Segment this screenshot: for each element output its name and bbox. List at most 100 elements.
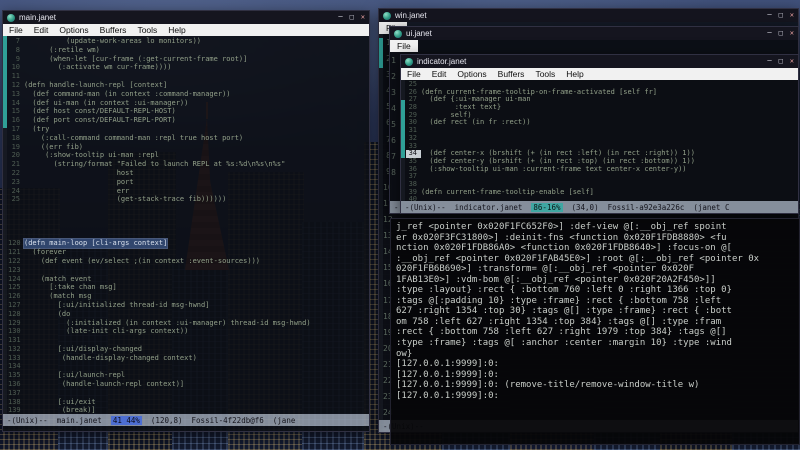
menu-item[interactable]: Edit — [432, 69, 447, 79]
menu-item[interactable]: Help — [566, 69, 583, 79]
code-text: (string/format "Failed to launch REPL at… — [24, 160, 286, 169]
code-line: 123 — [8, 266, 369, 275]
menu-item[interactable]: File — [407, 69, 421, 79]
repl-terminal-window[interactable]: j_ref <pointer 0x020F1FC652F0>] :def-vie… — [390, 218, 800, 445]
emacs-app-icon — [394, 29, 402, 38]
close-button[interactable]: ✕ — [790, 58, 794, 65]
close-button[interactable]: ✕ — [790, 12, 794, 19]
titlebar[interactable]: main.janet ─ □ ✕ — [3, 11, 369, 24]
line-number: 129 — [8, 318, 21, 327]
code-text: (match event — [24, 274, 92, 283]
menubar[interactable]: File — [390, 40, 798, 52]
emacs-app-icon — [7, 13, 15, 22]
line-number: 7 — [391, 152, 396, 161]
menubar[interactable]: File Edit Options Buffers Tools Help — [401, 68, 798, 80]
code-text: (:show-tooltip ui-man :current-frame tex… — [421, 164, 687, 173]
menubar[interactable]: File Edit Options Buffers Tools Help — [3, 24, 369, 36]
menu-item[interactable]: Buffers — [498, 69, 525, 79]
code-line: 124 (match event — [8, 275, 369, 284]
menu-item[interactable]: File — [9, 25, 23, 35]
line-number: 137 — [8, 388, 21, 397]
line-number: 136 — [8, 380, 21, 389]
minimize-button[interactable]: ─ — [767, 30, 771, 37]
menu-item[interactable]: Tools — [535, 69, 555, 79]
echo-area — [3, 426, 369, 431]
line-number: 12 — [11, 80, 20, 89]
code-text: err — [24, 186, 130, 195]
emacs-app-icon — [383, 11, 391, 20]
code-line: 40 — [406, 196, 798, 201]
code-text: host — [24, 168, 134, 177]
code-line: 136 (handle-launch-repl context)] — [8, 380, 369, 389]
menu-item[interactable]: Buffers — [100, 25, 127, 35]
scrollbar-thumb[interactable] — [401, 100, 405, 158]
terminal-output: j_ref <pointer 0x020F1FC652F0>] :def-vie… — [396, 222, 799, 401]
maximize-button[interactable]: □ — [779, 30, 783, 37]
menu-item[interactable]: Options — [457, 69, 486, 79]
scrollbar-thumb[interactable] — [3, 36, 7, 128]
line-number: 8 — [391, 168, 396, 177]
code-text: (get-stack-trace fib)))))) — [24, 195, 227, 204]
scrollbar[interactable] — [401, 80, 405, 201]
code-text: (try — [24, 124, 50, 133]
terminal-line: :tags @[:padding 10} :type :frame} :rect… — [396, 295, 722, 306]
scrollbar[interactable] — [379, 34, 383, 420]
code-text: (def port const/DEFAULT-REPL-PORT) — [24, 116, 176, 125]
code-line: 133 (handle-display-changed context) — [8, 354, 369, 363]
close-button[interactable]: ✕ — [361, 14, 365, 21]
menu-item[interactable]: Options — [59, 25, 88, 35]
minimize-button[interactable]: ─ — [338, 14, 342, 21]
code-text: (def event (ev/select ;(in context :even… — [24, 256, 261, 265]
titlebar[interactable]: ui.janet ─ □ ✕ — [390, 27, 798, 40]
minimize-button[interactable]: ─ — [767, 12, 771, 19]
maximize-button[interactable]: □ — [779, 12, 783, 19]
scrollbar[interactable] — [3, 36, 7, 414]
code-line: 20 (:show-tooltip ui-man :repl — [8, 151, 369, 160]
line-number: 2 — [391, 72, 396, 81]
menu-item[interactable]: Help — [168, 25, 185, 35]
code-line: 39 (defn current-frame-tooltip-enable [s… — [406, 188, 798, 197]
close-button[interactable]: ✕ — [790, 30, 794, 37]
scrollbar-thumb[interactable] — [379, 38, 383, 68]
window-main-janet[interactable]: main.janet ─ □ ✕ File Edit Options Buffers T… — [2, 10, 370, 432]
line-number: 7 — [15, 37, 20, 45]
code-line: 120 (defn main-loop [cli-args context] — [8, 238, 369, 250]
mode-line-buffer: -(Unix)-- main.janet — [7, 415, 102, 425]
titlebar[interactable]: win.janet ─ □ ✕ — [379, 9, 798, 22]
window-indicator-janet[interactable]: indicator.janet ─ □ ✕ File Edit Options Buf… — [400, 54, 799, 214]
code-line: 7 (update-work-areas lo monitors)) — [8, 37, 369, 46]
code-text: (when-let [cur-frame (:get-current-frame… — [24, 54, 248, 63]
line-number: 126 — [8, 292, 21, 301]
version-control-status: Fossil-4f22db@f6 — [191, 415, 264, 425]
menu-item[interactable]: Edit — [34, 25, 49, 35]
maximize-button[interactable]: □ — [350, 14, 354, 21]
editor-buffer[interactable]: 25 26 (defn current-frame-tooltip-on-fra… — [401, 80, 798, 201]
terminal-line: [127.0.0.1:9999]:0: — [396, 390, 499, 401]
line-number: 128 — [8, 309, 21, 318]
window-title: win.janet — [395, 11, 427, 20]
menu-item[interactable]: Tools — [137, 25, 157, 35]
maximize-button[interactable]: □ — [779, 58, 783, 65]
terminal-line: 627 :right 1354 :top 30} :tags @[] :type… — [396, 306, 732, 317]
desktop: win.janet ─ □ ✕ File 1234567891011121314… — [0, 0, 800, 450]
code-line — [8, 222, 369, 231]
menu-item[interactable]: File — [390, 40, 418, 52]
code-text: (update-work-areas lo monitors)) — [24, 37, 202, 45]
line-number: 5 — [391, 120, 396, 129]
line-number: 3 — [391, 88, 396, 97]
line-number: 18 — [11, 133, 20, 142]
editor-buffer[interactable]: 7 (update-work-areas lo monitors)) 8 (:r… — [3, 36, 369, 414]
minimize-button[interactable]: ─ — [767, 58, 771, 65]
cursor-position: (120,8) — [150, 415, 183, 425]
code-text: (:retile wm) — [24, 45, 100, 54]
line-number: 40 — [408, 195, 417, 201]
terminal-line: j_ref <pointer 0x020F1FC652F0>] :def-vie… — [396, 222, 727, 232]
code-text: (:call-command command-man :repl true ho… — [24, 133, 244, 142]
terminal-line: [127.0.0.1:9999]:0: — [396, 369, 499, 380]
code-line: 10 (:activate wm cur-frame)))) — [8, 63, 369, 72]
titlebar[interactable]: indicator.janet ─ □ ✕ — [401, 55, 798, 68]
line-number — [8, 222, 24, 231]
code-line: 13 (def command-man (in context :command… — [8, 90, 369, 99]
code-line: 128 (do — [8, 310, 369, 319]
terminal-line: nction 0x020F1FDB86A0> <function 0x020F1… — [396, 243, 732, 254]
